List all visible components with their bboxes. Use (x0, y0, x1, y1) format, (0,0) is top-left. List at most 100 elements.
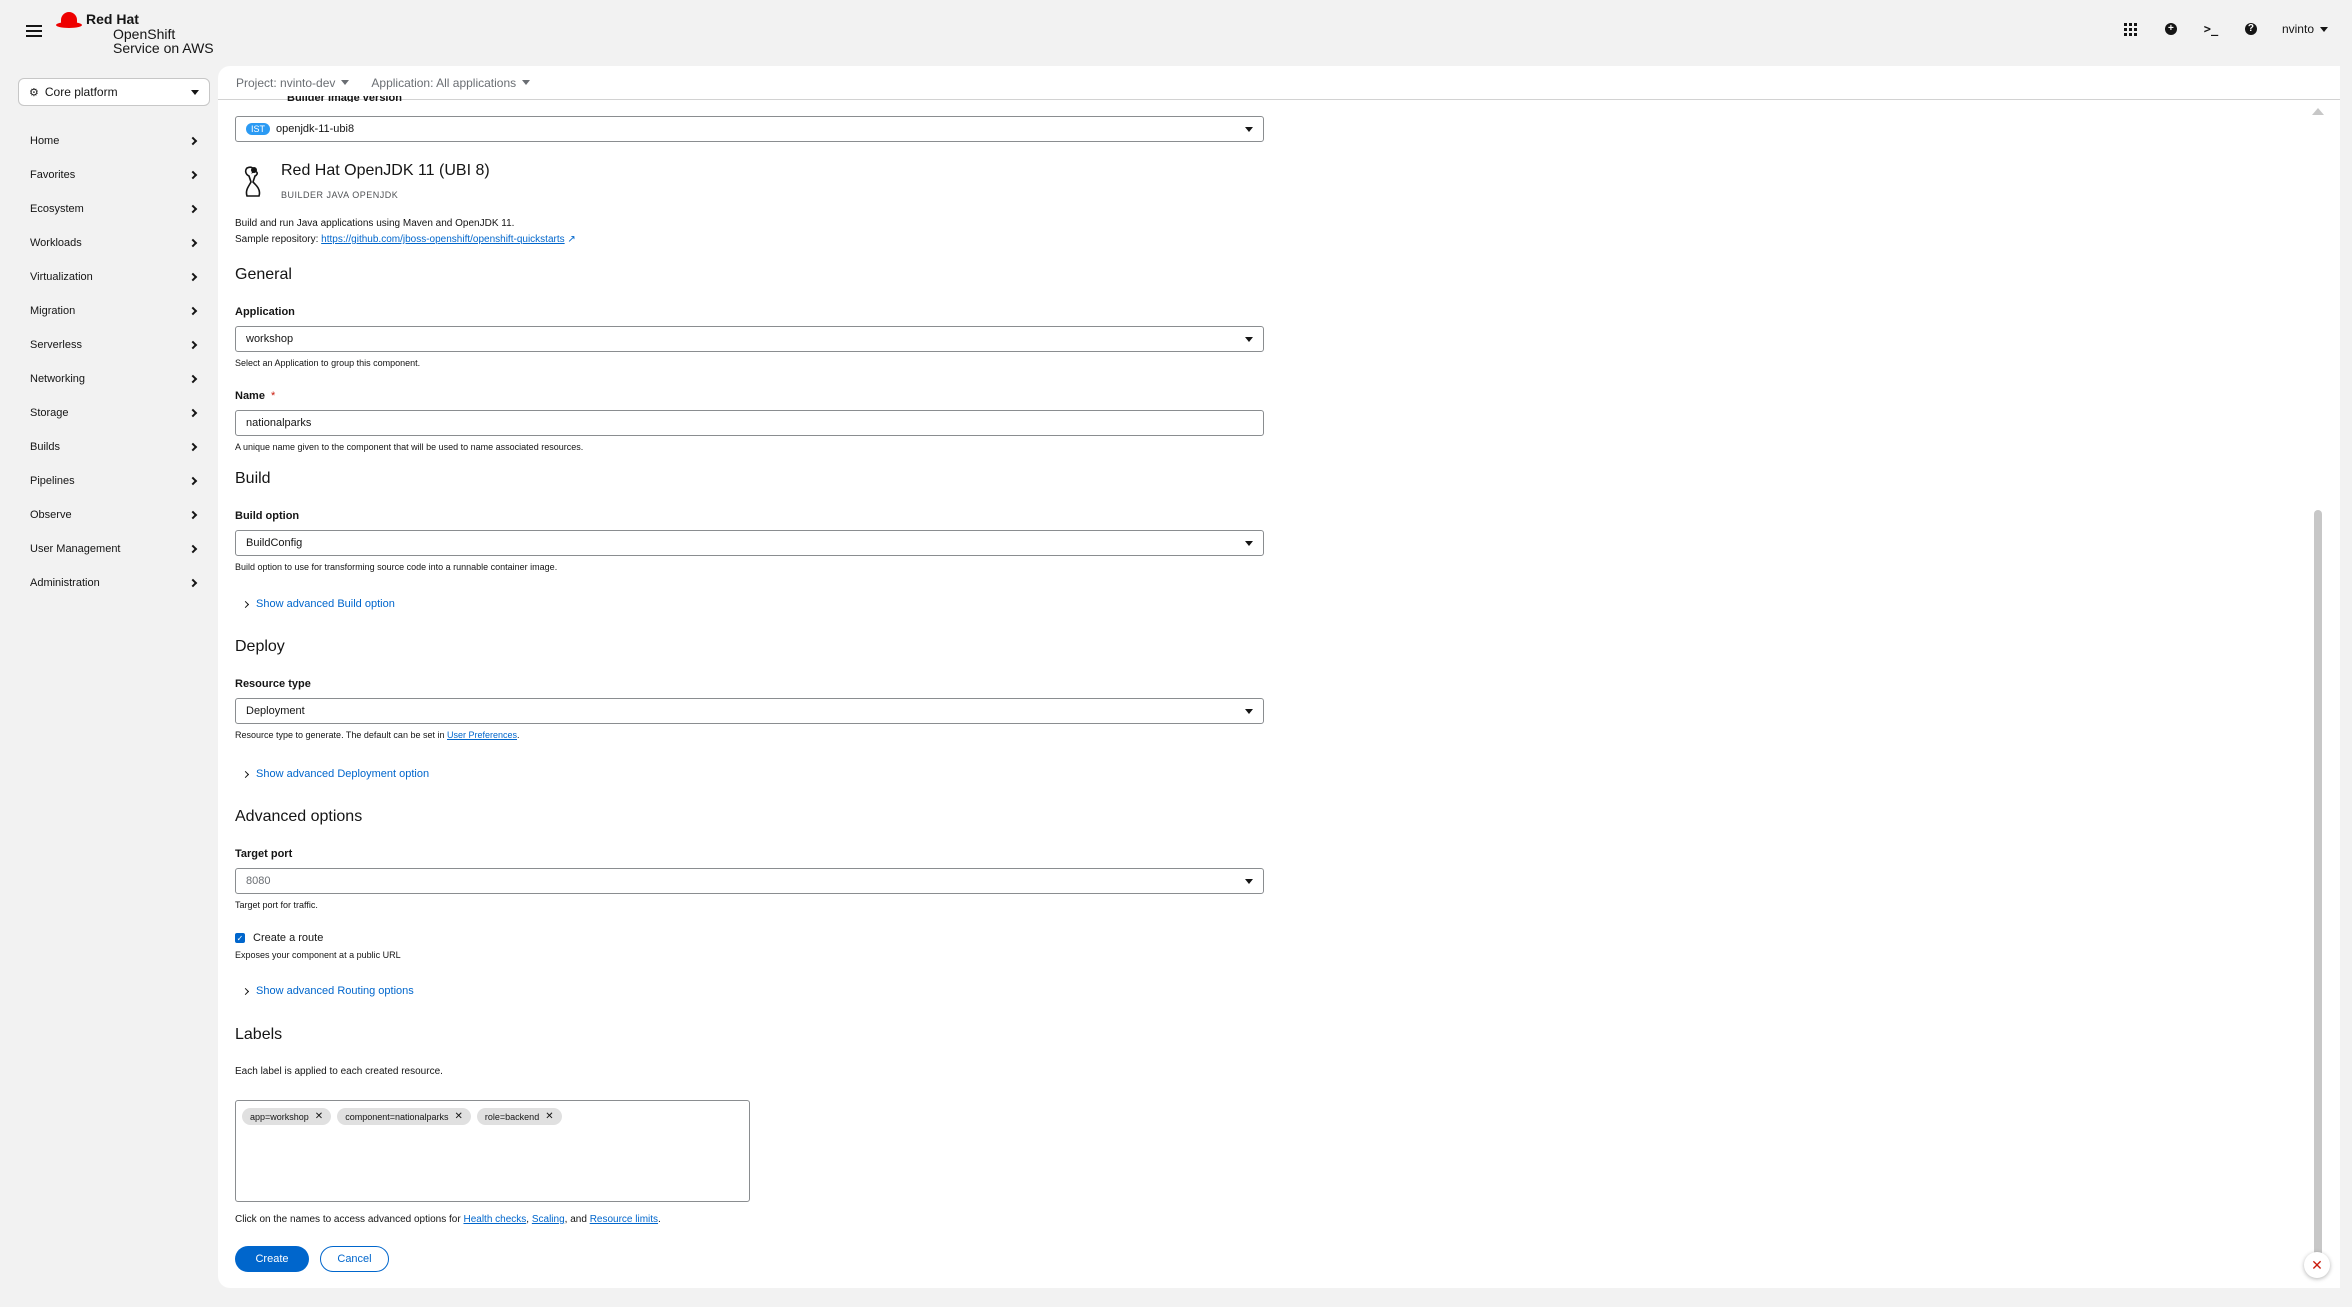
gears-icon: ⚙ (29, 86, 39, 99)
sidebar-item-user-management[interactable]: User Management (18, 532, 202, 566)
health-checks-link[interactable]: Health checks (463, 1214, 526, 1225)
labels-heading: Labels (235, 1026, 283, 1043)
scroll-up-arrow-icon[interactable] (2312, 108, 2324, 115)
resource-type-label: Resource type (235, 678, 311, 690)
chevron-right-icon (241, 600, 250, 608)
openjdk-icon (244, 166, 261, 197)
perspective-label: Core platform (44, 85, 118, 99)
chevron-down-icon (1245, 708, 1253, 714)
chevron-right-icon (188, 510, 198, 520)
sidebar-item-ecosystem[interactable]: Ecosystem (18, 192, 202, 226)
masthead: Red Hat OpenShift Service on AWS + >_ ? … (0, 0, 2352, 66)
chevron-down-icon (1245, 336, 1253, 342)
user-name: nvinto (2281, 22, 2314, 36)
show-advanced-routing-options[interactable]: Show advanced Routing options (241, 985, 414, 997)
brand-line-2: OpenShift (113, 25, 176, 42)
close-icon[interactable]: ✕ (315, 1111, 323, 1122)
build-heading: Build (235, 470, 271, 487)
sidebar-item-observe[interactable]: Observe (18, 498, 202, 532)
sidebar-item-virtualization[interactable]: Virtualization (18, 260, 202, 294)
chevron-down-icon (191, 89, 199, 95)
perspective-switcher[interactable]: ⚙ Core platform (18, 78, 210, 106)
chevron-right-icon (188, 136, 198, 146)
application-help: Select an Application to group this comp… (235, 358, 421, 368)
chevron-down-icon (522, 80, 531, 85)
general-heading: General (235, 266, 292, 283)
close-icon[interactable]: ✕ (455, 1111, 463, 1122)
sidebar-item-storage[interactable]: Storage (18, 396, 202, 430)
sidebar-item-workloads[interactable]: Workloads (18, 226, 202, 260)
required-marker: * (270, 390, 276, 402)
show-advanced-deployment-option[interactable]: Show advanced Deployment option (241, 768, 429, 780)
application-select[interactable]: workshop (235, 326, 1264, 352)
chevron-right-icon (188, 476, 198, 486)
target-port-help: Target port for traffic. (235, 900, 318, 910)
name-input[interactable] (235, 410, 1264, 436)
label-chip[interactable]: role=backend ✕ (476, 1108, 562, 1125)
sidebar-item-pipelines[interactable]: Pipelines (18, 464, 202, 498)
troubleshoot-icon[interactable]: ✕ (2304, 1252, 2330, 1278)
application-label: Application (235, 306, 295, 318)
name-label: Name * (235, 390, 276, 402)
sidebar-item-networking[interactable]: Networking (18, 362, 202, 396)
create-button[interactable]: Create (235, 1246, 309, 1272)
scrollbar-thumb[interactable] (2314, 510, 2322, 1264)
web-terminal-icon[interactable]: >_ (2202, 20, 2220, 38)
app-launcher-icon[interactable] (2122, 20, 2140, 38)
chevron-down-icon (2320, 26, 2328, 32)
labels-input[interactable]: app=workshop ✕ component=nationalparks ✕ r… (235, 1100, 750, 1202)
red-hat-icon (56, 12, 82, 32)
create-route-label: Create a route (253, 932, 324, 944)
create-route-checkbox[interactable]: ✓ (235, 933, 245, 943)
labels-description: Each label is applied to each created re… (235, 1066, 443, 1077)
builder-image-version-select[interactable]: IST openjdk-11-ubi8 (235, 116, 1264, 142)
cancel-button[interactable]: Cancel (320, 1246, 389, 1272)
target-port-select[interactable]: 8080 (235, 868, 1264, 894)
chevron-right-icon (241, 987, 250, 995)
sidebar-item-builds[interactable]: Builds (18, 430, 202, 464)
chevron-right-icon (188, 340, 198, 350)
chevron-right-icon (188, 204, 198, 214)
brand-logo[interactable]: Red Hat OpenShift Service on AWS (56, 10, 214, 56)
chevron-down-icon (1245, 126, 1253, 132)
label-chip[interactable]: app=workshop ✕ (242, 1108, 332, 1125)
resource-type-select[interactable]: Deployment (235, 698, 1264, 724)
help-icon[interactable]: ? (2242, 20, 2260, 38)
build-option-label: Build option (235, 510, 300, 522)
advanced-options-heading: Advanced options (235, 808, 363, 825)
main-panel: Project: nvinto-dev Application: All app… (218, 66, 2340, 1288)
chevron-down-icon (1245, 878, 1253, 884)
quick-create-icon[interactable]: + (2162, 20, 2180, 38)
sidebar: ⚙ Core platform Home Favorites Ecosystem… (0, 66, 218, 1307)
project-dropdown[interactable]: Project: nvinto-dev (236, 76, 350, 90)
show-advanced-build-option[interactable]: Show advanced Build option (241, 598, 395, 610)
close-icon[interactable]: ✕ (545, 1111, 553, 1122)
user-menu[interactable]: nvinto (2282, 22, 2328, 36)
sample-repository-link[interactable]: https://github.com/jboss-openshift/opens… (321, 234, 564, 245)
scaling-link[interactable]: Scaling (532, 1214, 565, 1225)
sidebar-item-administration[interactable]: Administration (18, 566, 202, 600)
sidebar-item-favorites[interactable]: Favorites (18, 158, 202, 192)
chevron-right-icon (241, 770, 250, 778)
sidebar-item-migration[interactable]: Migration (18, 294, 202, 328)
builder-image-version-label: Builder Image version (287, 96, 402, 102)
label-chip[interactable]: component=nationalparks ✕ (337, 1108, 471, 1125)
user-preferences-link[interactable]: User Preferences (447, 730, 517, 740)
build-option-select[interactable]: BuildConfig (235, 530, 1264, 556)
chevron-right-icon (188, 408, 198, 418)
chevron-right-icon (188, 374, 198, 384)
name-help: A unique name given to the component tha… (235, 442, 584, 452)
external-link-icon[interactable]: ↗ (567, 234, 575, 245)
application-dropdown[interactable]: Application: All applications (371, 76, 531, 90)
chevron-right-icon (188, 578, 198, 588)
target-port-label: Target port (235, 848, 293, 860)
chevron-right-icon (188, 272, 198, 282)
hamburger-menu-icon[interactable] (24, 22, 44, 42)
resource-limits-link[interactable]: Resource limits (590, 1214, 658, 1225)
sidebar-item-home[interactable]: Home (18, 124, 202, 158)
chevron-right-icon (188, 170, 198, 180)
brand-line-3: Service on AWS (113, 40, 214, 57)
sidebar-item-serverless[interactable]: Serverless (18, 328, 202, 362)
create-route-checkbox-row: ✓ Create a route (235, 932, 323, 944)
builder-tags: BUILDER JAVA OPENJDK (281, 190, 399, 200)
